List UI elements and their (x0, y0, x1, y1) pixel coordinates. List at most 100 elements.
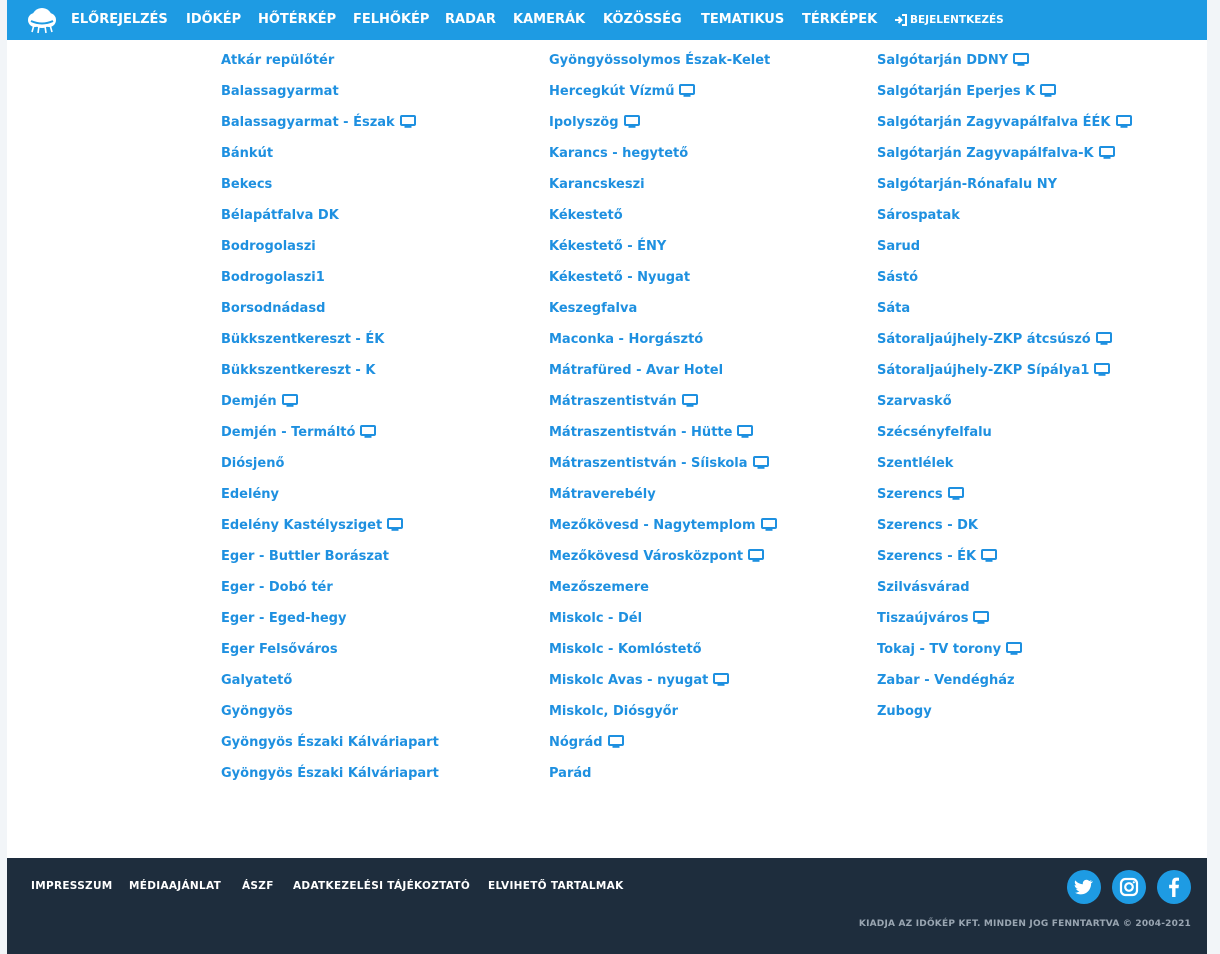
nav-item-9[interactable]: TÉRKÉPEK (802, 0, 877, 40)
station-link[interactable]: Mátraszentistván - Hütte (549, 417, 754, 448)
station-link[interactable]: Salgótarján-Rónafalu NY (877, 169, 1057, 200)
station-link[interactable]: Demjén - Termáltó (221, 417, 377, 448)
twitter-icon[interactable] (1067, 870, 1101, 904)
station-name: Mezőkövesd - Nagytemplom (549, 518, 756, 533)
station-link[interactable]: Gyöngyös Északi Kálváriapart (221, 727, 439, 758)
footer-link-3[interactable]: ÁSZF (242, 880, 274, 892)
top-navigation: ELŐREJELZÉS IDŐKÉP HŐTÉRKÉP FELHŐKÉP RADAR KA… (7, 0, 1207, 40)
login-link[interactable]: BEJELENTKEZÉS (894, 0, 1004, 40)
station-name: Eger - Eged-hegy (221, 611, 347, 626)
station-link[interactable]: Galyatető (221, 665, 292, 696)
station-link[interactable]: Szilvásvárad (877, 572, 970, 603)
station-link[interactable]: Ipolyszög (549, 107, 640, 138)
station-link[interactable]: Szerencs - ÉK (877, 541, 998, 572)
station-link[interactable]: Sástó (877, 262, 918, 293)
station-link[interactable]: Szerencs - DK (877, 510, 978, 541)
station-name: Mátraszentistván (549, 394, 677, 409)
station-name: Sástó (877, 270, 919, 285)
station-link[interactable]: Bánkút (221, 138, 273, 169)
station-link[interactable]: Karancskeszi (549, 169, 645, 200)
station-link[interactable]: Atkár repülőtér (221, 45, 334, 76)
instagram-icon[interactable] (1112, 870, 1146, 904)
facebook-icon[interactable] (1157, 870, 1191, 904)
station-link[interactable]: Eger - Eged-hegy (221, 603, 346, 634)
station-link[interactable]: Szarvaskő (877, 386, 952, 417)
station-link[interactable]: Gyöngyös (221, 696, 293, 727)
station-link[interactable]: Maconka - Horgásztó (549, 324, 703, 355)
station-link[interactable]: Sátoraljaújhely-ZKP Sípálya1 (877, 355, 1111, 386)
station-link[interactable]: Miskolc - Dél (549, 603, 642, 634)
station-link[interactable]: Gyöngyössolymos Észak-Kelet (549, 45, 770, 76)
nav-item-3[interactable]: HŐTÉRKÉP (258, 0, 336, 40)
station-link[interactable]: Mezőkövesd - Nagytemplom (549, 510, 777, 541)
station-link[interactable]: Mátrafüred - Avar Hotel (549, 355, 723, 386)
station-link[interactable]: Bélapátfalva DK (221, 200, 339, 231)
station-link[interactable]: Kékestető - Nyugat (549, 262, 690, 293)
station-link[interactable]: Salgótarján Zagyvapálfalva-K (877, 138, 1115, 169)
nav-item-8[interactable]: TEMATIKUS (701, 0, 784, 40)
station-link[interactable]: Tiszaújváros (877, 603, 990, 634)
nav-item-7[interactable]: KÖZÖSSÉG (603, 0, 682, 40)
station-link[interactable]: Salgótarján Zagyvapálfalva ÉÉK (877, 107, 1132, 138)
station-link[interactable]: Eger Felsőváros (221, 634, 338, 665)
nav-item-1[interactable]: ELŐREJELZÉS (71, 0, 168, 40)
footer-link-2[interactable]: MÉDIAAJÁNLAT (129, 880, 221, 892)
station-link[interactable]: Zubogy (877, 696, 932, 727)
station-name: Eger Felsőváros (221, 642, 338, 657)
station-link[interactable]: Balassagyarmat - Észak (221, 107, 416, 138)
station-link[interactable]: Gyöngyös Északi Kálváriapart (221, 758, 439, 789)
station-link[interactable]: Eger - Buttler Borászat (221, 541, 389, 572)
station-link[interactable]: Mezőkövesd Városközpont (549, 541, 765, 572)
station-link[interactable]: Nógrád (549, 727, 624, 758)
station-link[interactable]: Bükkszentkereszt - K (221, 355, 375, 386)
station-name: Kékestető - ÉNY (549, 239, 667, 254)
station-link[interactable]: Edelény Kastélysziget (221, 510, 404, 541)
station-link[interactable]: Salgótarján Eperjes K (877, 76, 1057, 107)
station-link[interactable]: Balassagyarmat (221, 76, 339, 107)
station-link[interactable]: Hercegkút Vízmű (549, 76, 696, 107)
station-link[interactable]: Szécsényfelfalu (877, 417, 992, 448)
station-link[interactable]: Mátraverebély (549, 479, 656, 510)
cloud-logo-icon[interactable] (26, 4, 58, 36)
monitor-icon (1006, 642, 1023, 655)
footer-link-1[interactable]: IMPRESSZUM (31, 880, 113, 892)
station-link[interactable]: Bekecs (221, 169, 272, 200)
station-link[interactable]: Miskolc - Komlóstető (549, 634, 702, 665)
station-link[interactable]: Bodrogolaszi1 (221, 262, 325, 293)
station-link[interactable]: Sarud (877, 231, 920, 262)
nav-item-4[interactable]: FELHŐKÉP (353, 0, 429, 40)
station-name: Zabar - Vendégház (877, 673, 1015, 688)
station-link[interactable]: Mezőszemere (549, 572, 649, 603)
station-link[interactable]: Edelény (221, 479, 279, 510)
station-name: Eger - Buttler Borászat (221, 549, 389, 564)
station-link[interactable]: Sátoraljaújhely-ZKP átcsúszó (877, 324, 1112, 355)
station-link[interactable]: Eger - Dobó tér (221, 572, 333, 603)
station-link[interactable]: Miskolc Avas - nyugat (549, 665, 730, 696)
footer-link-4[interactable]: ADATKEZELÉSI TÁJÉKOZTATÓ (293, 880, 470, 892)
station-link[interactable]: Mátraszentistván - Síiskola (549, 448, 769, 479)
station-link[interactable]: Kékestető (549, 200, 623, 231)
station-link[interactable]: Borsodnádasd (221, 293, 325, 324)
station-link[interactable]: Karancs - hegytető (549, 138, 688, 169)
station-link[interactable]: Zabar - Vendégház (877, 665, 1015, 696)
station-name: Edelény (221, 487, 280, 502)
station-link[interactable]: Miskolc, Diósgyőr (549, 696, 678, 727)
nav-item-2[interactable]: IDŐKÉP (186, 0, 241, 40)
station-link[interactable]: Keszegfalva (549, 293, 637, 324)
station-link[interactable]: Kékestető - ÉNY (549, 231, 666, 262)
station-link[interactable]: Sárospatak (877, 200, 960, 231)
station-link[interactable]: Parád (549, 758, 591, 789)
station-link[interactable]: Sáta (877, 293, 910, 324)
station-link[interactable]: Szentlélek (877, 448, 953, 479)
station-link[interactable]: Demjén (221, 386, 298, 417)
nav-item-5[interactable]: RADAR (445, 0, 496, 40)
station-link[interactable]: Tokaj - TV torony (877, 634, 1023, 665)
station-link[interactable]: Bükkszentkereszt - ÉK (221, 324, 384, 355)
station-link[interactable]: Szerencs (877, 479, 964, 510)
station-link[interactable]: Diósjenő (221, 448, 284, 479)
station-link[interactable]: Salgótarján DDNY (877, 45, 1030, 76)
station-link[interactable]: Bodrogolaszi (221, 231, 316, 262)
station-link[interactable]: Mátraszentistván (549, 386, 698, 417)
nav-item-6[interactable]: KAMERÁK (513, 0, 585, 40)
footer-link-5[interactable]: ELVIHETŐ TARTALMAK (488, 880, 624, 892)
